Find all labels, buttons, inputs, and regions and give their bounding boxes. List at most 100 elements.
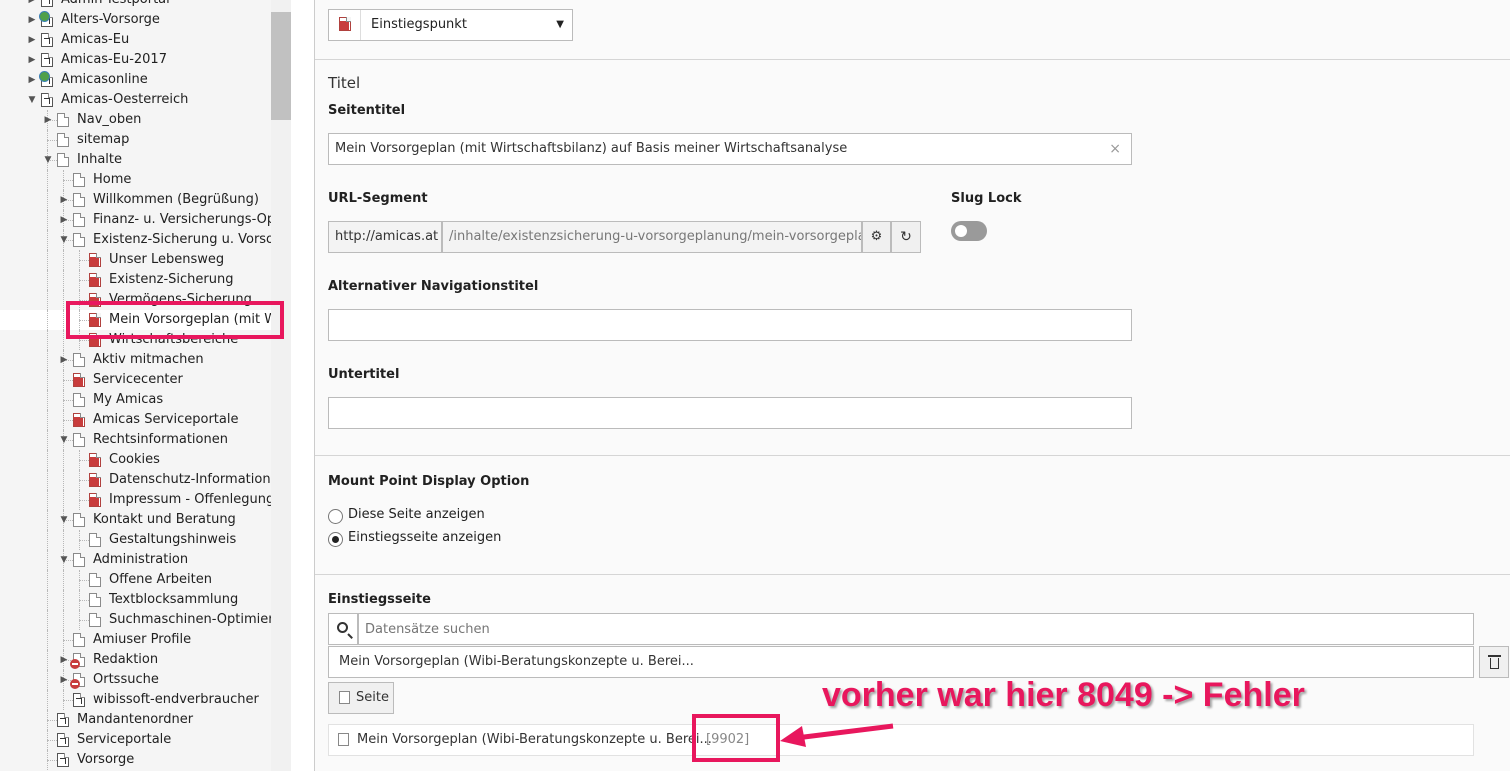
tree-item[interactable]: wibissoft-endverbraucher <box>0 690 270 710</box>
collapse-icon[interactable]: ▼ <box>58 230 70 250</box>
tree-item[interactable]: ▶ Amicas-Eu <box>0 30 270 50</box>
collapse-icon[interactable]: ▼ <box>58 550 70 570</box>
tree-item[interactable]: ▶ Amicasonline <box>0 70 270 90</box>
tree-item[interactable]: Mandantenordner <box>0 710 270 730</box>
tree-item-label: Administration <box>93 552 189 567</box>
tree-item[interactable]: Amiuser Profile <box>0 630 270 650</box>
tree-item[interactable]: Serviceportale <box>0 730 270 750</box>
search-icon <box>337 622 348 633</box>
tree-guide-line <box>79 620 89 621</box>
url-prefix: http://amicas.at <box>328 221 442 253</box>
tree-item[interactable]: Amicas Serviceportale <box>0 410 270 430</box>
tree-item[interactable]: ▶ Ortssuche <box>0 670 270 690</box>
record-search-input[interactable] <box>358 613 1474 645</box>
tree-item[interactable]: ▶ Amicas-Eu-2017 <box>0 50 270 70</box>
tree-item[interactable]: ▶ Aktiv mitmachen <box>0 350 270 370</box>
expand-icon[interactable]: ▶ <box>58 210 70 230</box>
radio-diese-seite[interactable] <box>328 509 343 524</box>
expand-icon[interactable]: ▶ <box>58 670 70 690</box>
expand-icon[interactable]: ▶ <box>26 50 38 70</box>
tree-item-label: Unser Lebensweg <box>109 252 225 267</box>
tree-guide-line <box>47 140 57 141</box>
expand-icon[interactable]: ▶ <box>26 10 38 30</box>
tree-item[interactable]: Cookies <box>0 450 270 470</box>
tree-item[interactable]: Suchmaschinen-Optimieru <box>0 610 282 630</box>
tree-item[interactable]: Textblocksammlung <box>0 590 270 610</box>
mountpoint-page-icon <box>57 753 69 767</box>
tree-item[interactable]: ▶ Willkommen (Begrüßung) <box>0 190 270 210</box>
tree-item[interactable]: My Amicas <box>0 390 270 410</box>
expand-icon[interactable]: ▶ <box>26 70 38 90</box>
page-icon <box>338 733 349 746</box>
search-button[interactable] <box>328 613 358 645</box>
expand-icon[interactable]: ▶ <box>58 350 70 370</box>
tree-item[interactable]: ▼ Kontakt und Beratung <box>0 510 270 530</box>
selected-record-field[interactable]: Mein Vorsorgeplan (Wibi-Beratungskonzept… <box>328 646 1474 678</box>
expand-icon[interactable]: ▶ <box>58 190 70 210</box>
tree-item[interactable]: ▼ Administration <box>0 550 270 570</box>
radio-einstiegsseite-label[interactable]: Einstiegsseite anzeigen <box>348 530 501 545</box>
einstiegsseite-label: Einstiegsseite <box>328 592 431 607</box>
seitentitel-input[interactable]: Mein Vorsorgeplan (mit Wirtschaftsbilanz… <box>328 133 1132 165</box>
einstiegsseite-section: Einstiegsseite Mein Vorsorgeplan (Wibi-B… <box>315 575 1510 771</box>
tree-item[interactable]: ▶ Redaktion <box>0 650 270 670</box>
remove-record-button[interactable] <box>1479 646 1509 678</box>
page-icon <box>73 393 85 407</box>
slug-lock-toggle[interactable] <box>951 221 987 241</box>
panel-divider[interactable] <box>291 0 315 771</box>
doktype-select[interactable]: Einstiegspunkt ▼ <box>328 9 573 41</box>
tree-item[interactable]: Existenz-Sicherung <box>0 270 270 290</box>
url-refresh-button[interactable]: ↻ <box>891 221 921 253</box>
tree-item[interactable]: Unser Lebensweg <box>0 250 270 270</box>
tree-item[interactable]: ▶ Finanz- u. Versicherungs-Op <box>0 210 275 230</box>
tree-guide-line <box>47 210 48 230</box>
mountpoint-page-icon <box>41 93 53 107</box>
collapse-icon[interactable]: ▼ <box>42 150 54 170</box>
expand-icon[interactable]: ▶ <box>42 110 54 130</box>
tree-item[interactable]: Impressum - Offenlegung <box>0 490 274 510</box>
tree-item-label: Impressum - Offenlegung <box>109 492 275 507</box>
page-icon <box>57 153 69 167</box>
tree-guide-line <box>63 490 64 510</box>
record-item[interactable]: Mein Vorsorgeplan (Wibi-Beratungskonzept… <box>328 724 1474 756</box>
seite-button[interactable]: Seite <box>328 682 394 714</box>
alt-nav-title-input[interactable] <box>328 309 1132 341</box>
tree-item[interactable]: ▶ Nav_oben <box>0 110 270 130</box>
tree-item-label: Aktiv mitmachen <box>93 352 204 367</box>
expand-icon[interactable]: ▶ <box>26 0 38 10</box>
tree-item[interactable]: ▶ Alters-Vorsorge <box>0 10 270 30</box>
tree-item[interactable]: ▼ Inhalte <box>0 150 270 170</box>
tree-item[interactable]: Gestaltungshinweis <box>0 530 270 550</box>
collapse-icon[interactable]: ▼ <box>26 90 38 110</box>
radio-einstiegsseite[interactable] <box>328 532 343 547</box>
tree-item-label: Textblocksammlung <box>109 592 239 607</box>
tree-guide-line <box>63 570 64 590</box>
site-root-globe-icon <box>39 11 50 22</box>
mount-display-label: Mount Point Display Option <box>328 474 530 489</box>
tree-item[interactable]: ▶ Admin-Testportal <box>0 0 270 10</box>
radio-diese-seite-label[interactable]: Diese Seite anzeigen <box>348 507 485 522</box>
tree-item[interactable]: Vorsorge <box>0 750 270 770</box>
url-recalculate-button[interactable]: ⚙ <box>862 221 891 253</box>
untertitel-input[interactable] <box>328 397 1132 429</box>
expand-icon[interactable]: ▶ <box>26 30 38 50</box>
tree-scrollbar[interactable] <box>271 0 291 771</box>
tree-item[interactable]: ▼ Rechtsinformationen <box>0 430 270 450</box>
tree-item[interactable]: ▼ Amicas-Oesterreich <box>0 90 270 110</box>
tree-item[interactable]: Offene Arbeiten <box>0 570 270 590</box>
tree-guide-line <box>47 590 48 610</box>
url-segment-input[interactable]: /inhalte/existenzsicherung-u-vorsorgepla… <box>442 221 862 253</box>
tree-item[interactable]: Servicecenter <box>0 370 270 390</box>
tree-scrollbar-thumb[interactable] <box>271 12 291 120</box>
tree-item[interactable]: Datenschutz-Information <box>0 470 271 490</box>
tree-guide-line <box>47 230 48 250</box>
tree-item[interactable]: ▼ Existenz-Sicherung u. Vorsor <box>0 230 279 250</box>
tree-item[interactable]: sitemap <box>0 130 270 150</box>
tree-guide-line <box>47 530 48 550</box>
collapse-icon[interactable]: ▼ <box>58 510 70 530</box>
expand-icon[interactable]: ▶ <box>58 650 70 670</box>
collapse-icon[interactable]: ▼ <box>58 430 70 450</box>
clear-icon[interactable]: × <box>1109 134 1121 164</box>
tree-item[interactable]: Home <box>0 170 270 190</box>
tree-guide-line <box>63 330 64 350</box>
